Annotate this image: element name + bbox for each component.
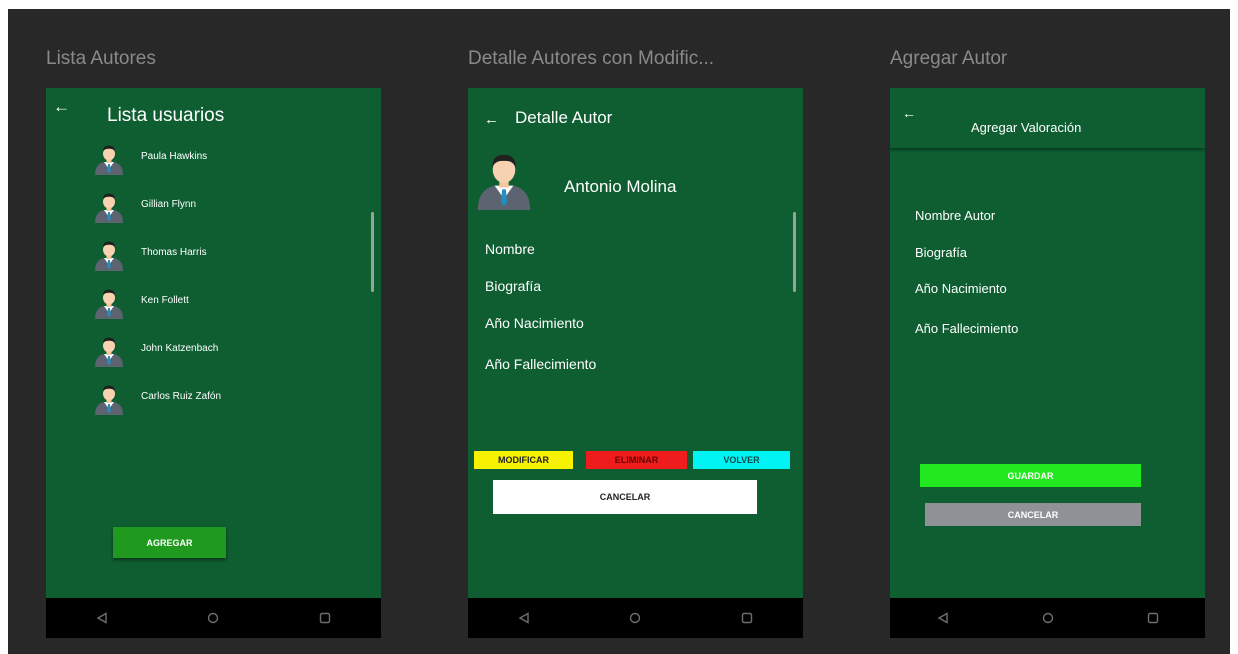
author-name: Ken Follett (141, 295, 189, 306)
author-name: Antonio Molina (564, 177, 677, 196)
circle-home-icon[interactable] (615, 603, 655, 633)
save-button[interactable]: GUARDAR (920, 464, 1141, 487)
screen-lista-autores: ← Lista usuarios Paula Hawkins Gillian F… (46, 88, 381, 638)
triangle-back-icon[interactable] (82, 603, 122, 633)
field-ano-fallecimiento: Año Fallecimiento (485, 356, 597, 372)
screen-header: Lista usuarios (107, 105, 225, 126)
android-nav-bar (468, 598, 803, 638)
author-list-item[interactable]: Paula Hawkins (93, 143, 207, 180)
square-recents-icon[interactable] (1133, 603, 1173, 633)
author-list-item[interactable]: Ken Follett (93, 287, 189, 324)
businessman-avatar-icon (474, 149, 534, 211)
square-recents-icon[interactable] (727, 603, 767, 633)
author-name: Gillian Flynn (141, 199, 197, 210)
back-button[interactable]: VOLVER (693, 451, 790, 469)
back-arrow-icon[interactable]: ← (484, 111, 499, 128)
businessman-avatar-icon (93, 191, 125, 223)
add-button[interactable]: AGREGAR (113, 527, 226, 558)
frame-title-detalle-autores: Detalle Autores con Modific... (468, 48, 715, 69)
author-list-item[interactable]: Gillian Flynn (93, 191, 196, 228)
field-ano-nacimiento: Año Nacimiento (485, 315, 584, 331)
businessman-avatar-icon (93, 239, 125, 271)
cancel-button[interactable]: CANCELAR (493, 480, 757, 514)
field-ano-fallecimiento: Año Fallecimiento (915, 321, 1019, 336)
screen-header: Detalle Autor (515, 108, 613, 127)
triangle-back-icon[interactable] (923, 603, 963, 633)
back-arrow-icon[interactable]: ← (53, 97, 70, 117)
frame-title-agregar-autor: Agregar Autor (890, 48, 1008, 69)
field-biografia: Biografía (485, 278, 542, 294)
scrollbar[interactable] (371, 212, 374, 292)
circle-home-icon[interactable] (193, 603, 233, 633)
app-bar: ← Agregar Valoración (890, 88, 1205, 148)
delete-button[interactable]: ELIMINAR (586, 451, 687, 469)
field-biografia: Biografía (915, 245, 968, 260)
android-nav-bar (890, 598, 1205, 638)
frame-title-lista-autores: Lista Autores (46, 48, 156, 69)
triangle-back-icon[interactable] (504, 603, 544, 633)
author-list-item[interactable]: John Katzenbach (93, 335, 218, 372)
square-recents-icon[interactable] (305, 603, 345, 633)
businessman-avatar-icon (93, 335, 125, 367)
screen-detalle-autor: ← Detalle Autor Antonio Molina Nombre Bi… (468, 88, 803, 638)
modify-button[interactable]: MODIFICAR (474, 451, 573, 469)
back-arrow-icon[interactable]: ← (902, 105, 916, 121)
author-name: John Katzenbach (141, 343, 219, 354)
author-name: Thomas Harris (141, 247, 207, 258)
businessman-avatar-icon (93, 383, 125, 415)
author-list-item[interactable]: Thomas Harris (93, 239, 207, 276)
field-nombre: Nombre (485, 241, 535, 257)
screen-agregar-autor: ← Agregar Valoración Nombre Autor Biogra… (890, 88, 1205, 638)
scrollbar[interactable] (793, 212, 796, 292)
author-list-item[interactable]: Carlos Ruiz Zafón (93, 383, 221, 420)
circle-home-icon[interactable] (1028, 603, 1068, 633)
field-ano-nacimiento: Año Nacimiento (915, 281, 1007, 296)
android-nav-bar (46, 598, 381, 638)
screen-header: Agregar Valoración (971, 120, 1082, 135)
author-name: Paula Hawkins (141, 151, 208, 162)
field-nombre-autor: Nombre Autor (915, 208, 996, 223)
cancel-button[interactable]: CANCELAR (925, 503, 1141, 526)
author-name: Carlos Ruiz Zafón (141, 391, 222, 402)
businessman-avatar-icon (93, 143, 125, 175)
businessman-avatar-icon (93, 287, 125, 319)
